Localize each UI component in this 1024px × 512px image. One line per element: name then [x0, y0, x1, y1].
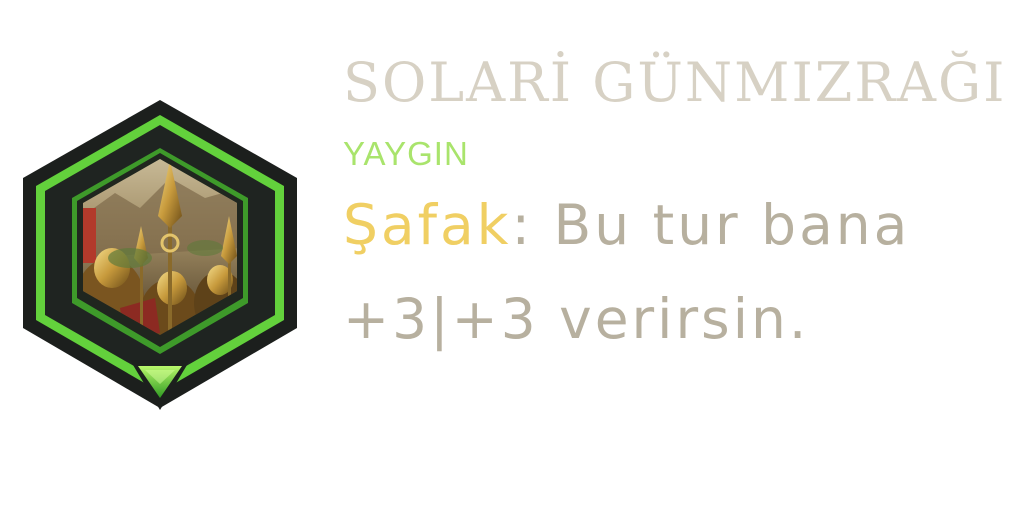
ability-line-1: : Bu tur bana: [511, 193, 911, 257]
card-emblem: [20, 98, 300, 416]
rarity-label: YAYGIN: [343, 135, 469, 172]
card-art-hexagon: [23, 100, 297, 410]
keyword-dawn[interactable]: Şafak: [343, 193, 512, 257]
ability-text: Şafak: Bu tur bana +3|+3 verirsin.: [343, 178, 1013, 366]
card-tooltip: SOLARİ GÜNMIZRAĞI YAYGIN Şafak: Bu tur b…: [0, 0, 1024, 512]
card-name: SOLARİ GÜNMIZRAĞI: [343, 51, 1007, 114]
ability-line-2: +3|+3 verirsin.: [343, 287, 810, 351]
card-text: SOLARİ GÜNMIZRAĞI YAYGIN Şafak: Bu tur b…: [343, 48, 1013, 366]
